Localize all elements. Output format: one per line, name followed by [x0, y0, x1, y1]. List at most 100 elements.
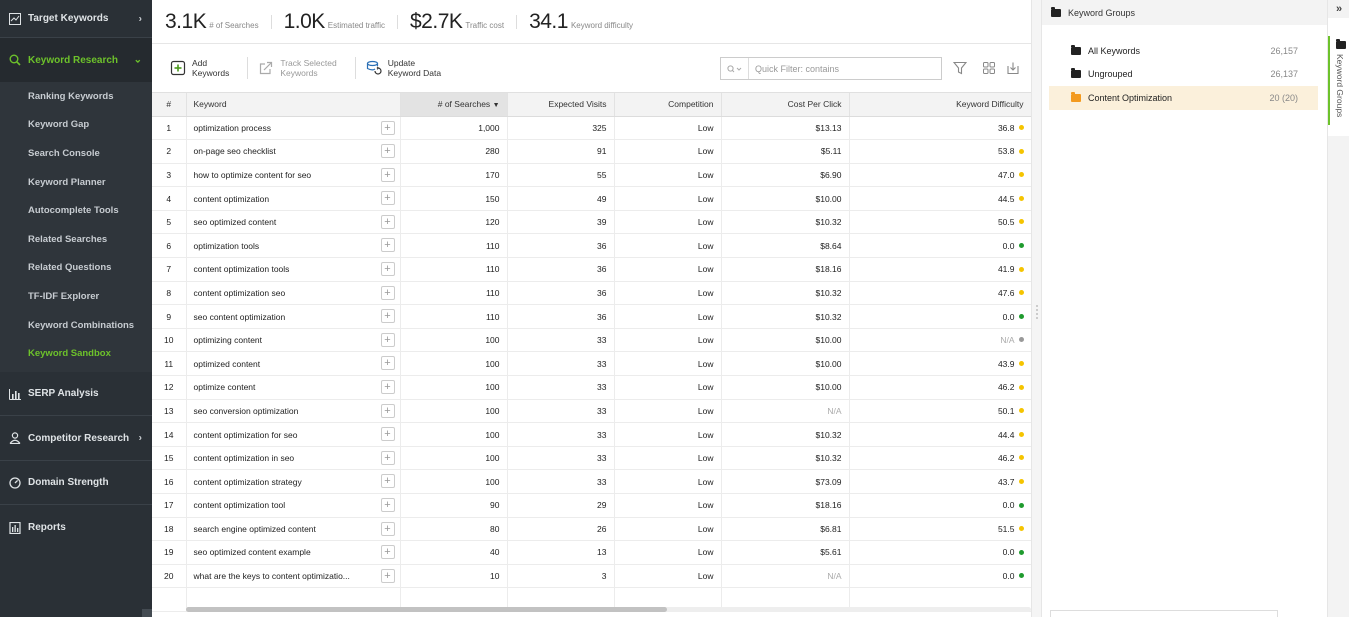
sidebar-item-tf-idf-explorer[interactable]: TF-IDF Explorer: [0, 282, 152, 311]
add-to-group-button[interactable]: +: [380, 521, 395, 536]
add-to-group-button[interactable]: +: [380, 356, 395, 371]
searches-cell: 90: [400, 493, 508, 518]
group-label: All Keywords: [1088, 45, 1141, 56]
nav-reports[interactable]: Reports: [0, 505, 152, 550]
add-to-group-button[interactable]: +: [380, 167, 395, 182]
table-row[interactable]: 8 content optimization seo +110 36 Low $10.32…: [152, 281, 1031, 306]
add-to-group-button[interactable]: +: [380, 191, 395, 206]
track-selected-keywords-button[interactable]: Track Selected Keywords: [258, 58, 337, 78]
add-to-group-button[interactable]: +: [380, 285, 395, 300]
column-header-keyword-difficulty[interactable]: Keyword Difficulty: [849, 93, 1031, 117]
add-to-group-button[interactable]: +: [380, 568, 395, 583]
group-item-all-keywords[interactable]: All Keywords 26,157: [1049, 39, 1318, 63]
table-row[interactable]: 9 seo content optimization +110 36 Low $10.32…: [152, 304, 1031, 329]
update-keyword-data-button[interactable]: Update Keyword Data: [366, 58, 441, 78]
add-to-group-button[interactable]: +: [380, 450, 395, 465]
keyword-cell: on-page seo checklist +: [186, 139, 401, 164]
keyword-text: optimization tools: [193, 240, 260, 251]
keyword-text: content optimization: [193, 193, 270, 204]
cost-per-click-cell: $10.00: [721, 328, 850, 353]
column-header-searches[interactable]: # of Searches ▼: [400, 93, 508, 117]
column-header-competition[interactable]: Competition: [614, 93, 722, 117]
nav-target-keywords[interactable]: Target Keywords ›: [0, 0, 152, 38]
add-to-group-button[interactable]: +: [380, 238, 395, 253]
add-to-group-button[interactable]: +: [380, 474, 395, 489]
sidebar-item-keyword-planner[interactable]: Keyword Planner: [0, 167, 152, 197]
column-header-expected-visits[interactable]: Expected Visits: [507, 93, 615, 117]
filter-icon[interactable]: [952, 60, 968, 76]
panel-splitter[interactable]: [1031, 0, 1042, 617]
nav-domain-strength[interactable]: Domain Strength: [0, 461, 152, 506]
column-header-number[interactable]: #: [152, 93, 187, 117]
row-number: 15: [152, 446, 187, 471]
table-row[interactable]: 5 seo optimized content +120 39 Low $10.32 50.…: [152, 210, 1031, 235]
keyword-cell: content optimization in seo +: [186, 446, 401, 471]
table-row[interactable]: 1 optimization process +1,000 325 Low $13.13 3…: [152, 116, 1031, 141]
sidebar-item-related-questions[interactable]: Related Questions: [0, 253, 152, 283]
group-item-content-optimization[interactable]: Content Optimization 20 (20): [1049, 86, 1318, 110]
add-to-group-button[interactable]: +: [380, 262, 395, 277]
drag-handle-icon[interactable]: [1036, 305, 1038, 319]
group-item-ungrouped[interactable]: Ungrouped 26,137: [1049, 63, 1318, 87]
add-to-group-button[interactable]: +: [380, 214, 395, 229]
report-icon: [9, 521, 21, 534]
new-group-input[interactable]: [1050, 610, 1278, 617]
search-dropdown-icon[interactable]: [721, 58, 749, 79]
add-to-group-button[interactable]: +: [380, 144, 395, 159]
table-row[interactable]: 4 content optimization +150 49 Low $10.00 44.5: [152, 186, 1031, 211]
add-to-group-button[interactable]: +: [380, 380, 395, 395]
sidebar-collapse-handle[interactable]: [142, 609, 152, 617]
tab-keyword-groups[interactable]: Keyword Groups: [1328, 36, 1349, 125]
add-to-group-button[interactable]: +: [380, 403, 395, 418]
add-to-group-button[interactable]: +: [380, 498, 395, 512]
grid-view-icon[interactable]: [981, 60, 997, 76]
quick-filter-input[interactable]: [749, 63, 939, 74]
table-row[interactable]: 17 content optimization tool +90 29 Low $18.1…: [152, 493, 1031, 518]
sidebar-item-search-console[interactable]: Search Console: [0, 139, 152, 168]
nav-reports-label: Reports: [28, 522, 66, 534]
searches-cell: 110: [400, 281, 508, 306]
sidebar-item-autocomplete-tools[interactable]: Autocomplete Tools: [0, 196, 152, 225]
nav-serp-analysis[interactable]: SERP Analysis: [0, 372, 152, 417]
table-row[interactable]: 11 optimized content +100 33 Low $10.00 43.9: [152, 351, 1031, 377]
table-row[interactable]: 15 content optimization in seo +100 33 Low $1…: [152, 446, 1031, 471]
table-row[interactable]: 10 optimizing content +100 33 Low $10.00 N/A: [152, 328, 1031, 353]
sidebar-item-keyword-gap[interactable]: Keyword Gap: [0, 110, 152, 140]
table-row[interactable]: 2 on-page seo checklist +280 91 Low $5.11 53.8: [152, 139, 1031, 164]
table-row[interactable]: 16 content optimization strategy +100 33 Low…: [152, 469, 1031, 494]
add-to-group-button[interactable]: +: [380, 427, 395, 442]
keywords-table: # Keyword # of Searches ▼ Expected Visit…: [152, 93, 1031, 617]
table-row[interactable]: 18 search engine optimized content +80 26 Lo…: [152, 517, 1031, 542]
sidebar-item-keyword-combinations[interactable]: Keyword Combinations: [0, 310, 152, 340]
nav-keyword-research[interactable]: Keyword Research ⌄: [0, 38, 152, 82]
add-to-group-button[interactable]: +: [380, 120, 395, 135]
competition-cell: Low: [614, 564, 722, 589]
table-row[interactable]: 14 content optimization for seo +100 33 Low $…: [152, 422, 1031, 447]
table-row[interactable]: 13 seo conversion optimization +100 33 Low N/…: [152, 399, 1031, 424]
keyword-difficulty-value: 44.5: [997, 193, 1015, 204]
expand-panel-icon[interactable]: »: [1328, 0, 1349, 18]
column-header-keyword[interactable]: Keyword: [186, 93, 401, 117]
add-to-group-button[interactable]: +: [380, 545, 395, 560]
table-row[interactable]: 19 seo optimized content example +40 13 Low $…: [152, 540, 1031, 565]
table-row[interactable]: 7 content optimization tools +110 36 Low $18.…: [152, 257, 1031, 282]
nav-serp-analysis-label: SERP Analysis: [28, 388, 99, 400]
add-keywords-button[interactable]: Add Keywords: [170, 58, 229, 78]
nav-competitor-research[interactable]: Competitor Research ›: [0, 416, 152, 461]
table-row[interactable]: 12 optimize content +100 33 Low $10.00 46.2: [152, 375, 1031, 400]
horizontal-scrollbar[interactable]: [186, 607, 667, 612]
sidebar-item-related-searches[interactable]: Related Searches: [0, 224, 152, 254]
sidebar-item-keyword-sandbox[interactable]: Keyword Sandbox: [0, 339, 152, 368]
sidebar-item-ranking-keywords[interactable]: Ranking Keywords: [0, 82, 152, 111]
column-header-cost-per-click[interactable]: Cost Per Click: [721, 93, 850, 117]
expected-visits-cell: 49: [507, 186, 615, 211]
export-icon[interactable]: [1005, 60, 1021, 76]
table-row[interactable]: 6 optimization tools +110 36 Low $8.64 0.0: [152, 233, 1031, 259]
table-row[interactable]: 3 how to optimize content for seo +170 55 Lo…: [152, 163, 1031, 188]
difficulty-indicator-icon: [1018, 219, 1024, 225]
cost-per-click-cell: $10.00: [721, 375, 850, 400]
add-to-group-button[interactable]: +: [380, 332, 395, 347]
add-to-group-button[interactable]: +: [380, 309, 395, 324]
quick-filter[interactable]: [720, 57, 942, 80]
table-row[interactable]: 20 what are the keys to content optimizat…: [152, 564, 1031, 589]
